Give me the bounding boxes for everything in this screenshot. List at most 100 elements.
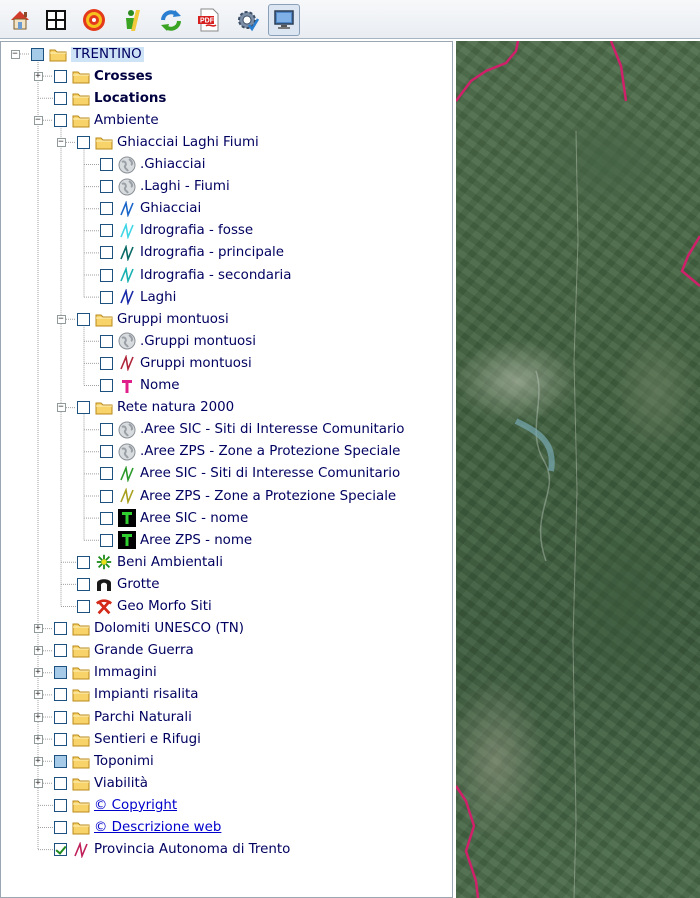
tree-node-rete-natura[interactable]: Rete natura 2000 [77,397,234,419]
tree-node-immagini[interactable]: Immagini [54,662,157,684]
tree-node-grotte[interactable]: Grotte [77,573,160,595]
tree-node-ghiacciai[interactable]: Ghiacciai [100,198,201,220]
layer-checkbox[interactable] [54,710,67,724]
tree-node-locations[interactable]: Locations [54,87,166,109]
tree-node-aree-zps-nome[interactable]: Aree ZPS - nome [100,529,252,551]
layer-checkbox[interactable] [54,113,67,127]
layer-checkbox[interactable] [100,356,113,370]
tree-node-ambiente[interactable]: Ambiente [54,109,159,131]
tree-node-beni-ambientali[interactable]: Beni Ambientali [77,551,223,573]
tree-node-provincia[interactable]: Provincia Autonoma di Trento [54,839,290,861]
layer-checkbox[interactable] [100,224,113,238]
layer-checkbox[interactable] [100,423,113,437]
collapse-button[interactable]: − [33,115,43,125]
layer-checkbox[interactable] [100,268,113,282]
tree-node-crosses[interactable]: Crosses [54,65,153,87]
tree-node-gruppi-montuosi[interactable]: Gruppi montuosi [100,352,252,374]
layer-checkbox[interactable] [54,821,67,834]
settings-icon[interactable] [231,4,263,36]
layer-checkbox[interactable] [100,379,113,392]
layer-checkbox[interactable] [77,312,90,326]
tree-node-dolomiti-unesco[interactable]: Dolomiti UNESCO (TN) [54,618,244,640]
pdf-icon[interactable]: PDF [193,4,225,36]
tree-node-aree-sic-nome[interactable]: Aree SIC - nome [100,507,248,529]
tree-node-viabilita[interactable]: Viabilità [54,772,148,794]
layer-checkbox[interactable] [100,511,113,525]
expand-button[interactable]: + [33,756,43,766]
collapse-button[interactable]: − [56,403,66,413]
layer-checkbox[interactable] [77,135,90,149]
tree-node-idrografia-principale[interactable]: Idrografia - principale [100,242,284,264]
expand-button[interactable]: + [33,71,43,81]
collapse-button[interactable]: − [56,314,66,324]
tree-node-grande-guerra[interactable]: Grande Guerra [54,640,194,662]
layer-checkbox[interactable] [54,798,67,812]
layer-checkbox[interactable] [54,91,67,105]
tree-node-aree-sic[interactable]: Aree SIC - Siti di Interesse Comunitario [100,463,400,485]
expand-button[interactable]: + [33,624,43,634]
layer-checkbox[interactable] [54,622,67,636]
layer-checkbox[interactable] [54,732,67,746]
tree-node-aree-zps-globe[interactable]: .Aree ZPS - Zone a Protezione Speciale [100,441,400,463]
tree-node-copyright[interactable]: © Copyright [54,794,177,816]
map-view[interactable] [456,41,700,898]
expand-button[interactable]: + [33,690,43,700]
tree-node-laghi-fiumi-globe[interactable]: .Laghi - Fiumi [100,176,230,198]
tree-node-laghi[interactable]: Laghi [100,286,176,308]
layer-checkbox[interactable] [100,334,113,348]
layer-checkbox[interactable] [100,489,113,503]
tree-node-ghiacciai-globe[interactable]: .Ghiacciai [100,154,205,176]
tree-node-aree-zps[interactable]: Aree ZPS - Zone a Protezione Speciale [100,485,396,507]
layer-checkbox[interactable] [54,644,67,658]
refresh-icon[interactable] [155,4,187,36]
layer-checkbox[interactable] [54,69,67,83]
monitor-icon[interactable] [268,4,300,36]
tree-node-toponimi[interactable]: Toponimi [54,750,154,772]
tree-node-sentieri-rifugi[interactable]: Sentieri e Rifugi [54,728,201,750]
tree-node-aree-sic-globe[interactable]: .Aree SIC - Siti di Interesse Comunitari… [100,419,404,441]
grid-icon[interactable] [40,4,72,36]
tree-node-geo-morfo-siti[interactable]: Geo Morfo Siti [77,596,212,618]
home-icon[interactable] [4,4,36,36]
tree-node-nome[interactable]: Nome [100,375,180,397]
layer-checkbox[interactable] [100,467,113,481]
tree-node-descrizione-web[interactable]: © Descrizione web [54,817,221,839]
layer-checkbox[interactable] [100,246,113,260]
layer-checkbox[interactable] [54,688,67,702]
layer-checkbox[interactable] [100,202,113,216]
tree-node-parchi-naturali[interactable]: Parchi Naturali [54,706,192,728]
layer-checkbox[interactable] [77,555,90,569]
layer-checkbox[interactable] [100,445,113,459]
tree-node-label[interactable]: © Descrizione web [94,820,221,835]
layer-checkbox[interactable] [54,776,67,790]
layer-checkbox[interactable] [77,401,90,415]
expand-button[interactable]: + [33,668,43,678]
tree-node-root-trentino[interactable]: TRENTINO [31,43,144,65]
tree-node-idrografia-secondaria[interactable]: Idrografia - secondaria [100,264,291,286]
tree-node-impianti-risalita[interactable]: Impianti risalita [54,684,198,706]
layer-checkbox[interactable] [100,290,113,304]
expand-button[interactable]: + [33,712,43,722]
expand-button[interactable]: + [33,646,43,656]
expand-button[interactable]: + [33,734,43,744]
layer-checkbox[interactable] [100,158,113,171]
tree-node-gruppi-montuosi-globe[interactable]: .Gruppi montuosi [100,330,256,352]
expand-button[interactable]: + [33,778,43,788]
tree-node-label[interactable]: © Copyright [94,798,177,813]
layer-tree-panel[interactable]: TRENTINO − Crosses + Locations Ambiente − Ghiac… [0,41,453,898]
layer-checkbox[interactable] [54,754,67,768]
collapse-button[interactable]: − [56,137,66,147]
layer-checkbox[interactable] [100,533,113,547]
layer-checkbox[interactable] [77,577,90,591]
layer-checkbox[interactable] [100,180,113,194]
tree-node-idrografia-fosse[interactable]: Idrografia - fosse [100,220,253,242]
info-icon[interactable] [115,4,147,36]
layer-checkbox[interactable] [31,47,44,61]
tree-node-gruppi-montuosi-folder[interactable]: Gruppi montuosi [77,308,229,330]
tree-node-ghiacciai-laghi-fiumi[interactable]: Ghiacciai Laghi Fiumi [77,131,259,153]
layer-checkbox[interactable] [54,666,67,680]
layer-checkbox[interactable] [54,843,67,857]
collapse-button[interactable]: − [10,49,20,59]
target-icon[interactable] [78,4,110,36]
layer-checkbox[interactable] [77,600,90,613]
